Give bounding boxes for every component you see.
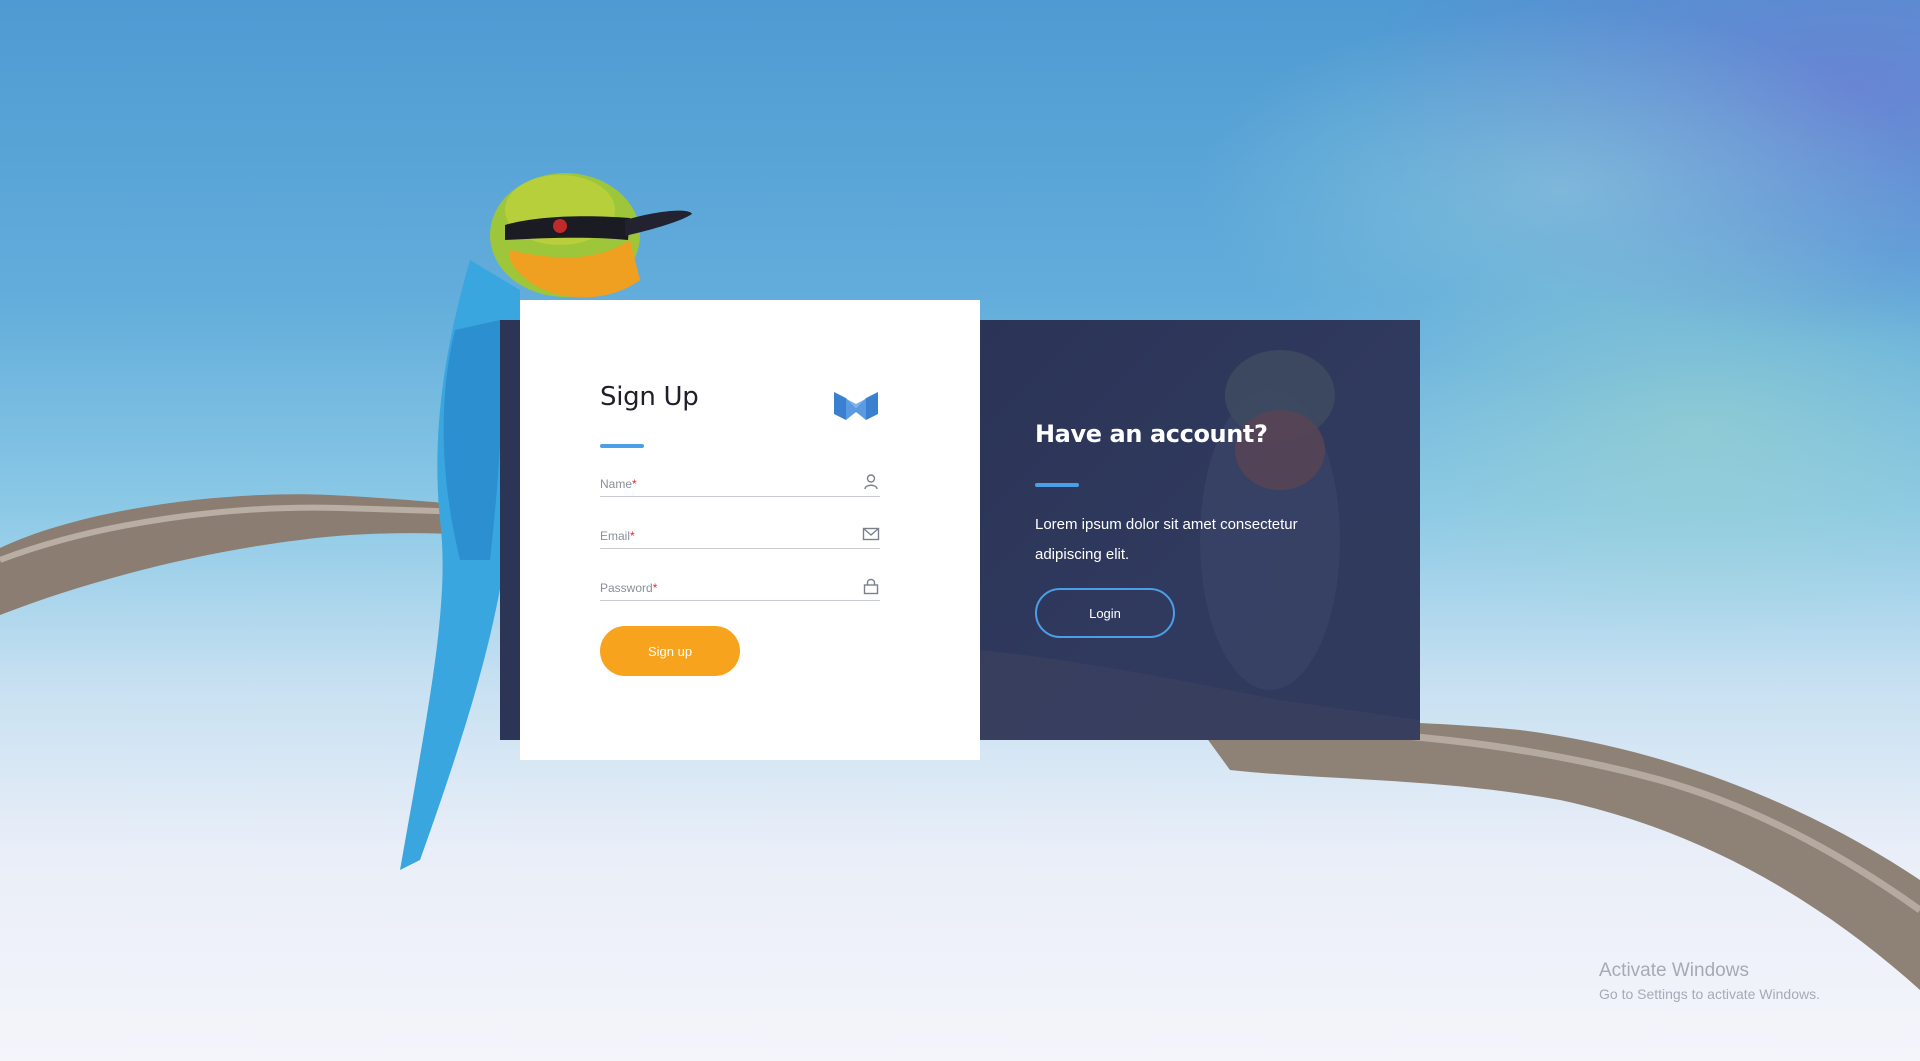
mail-icon <box>862 527 880 541</box>
lock-icon <box>863 578 879 595</box>
email-field[interactable]: Email* <box>600 520 880 549</box>
panel-description: Lorem ipsum dolor sit amet consectetur a… <box>1035 516 1298 563</box>
password-label: Password <box>600 581 653 595</box>
password-field[interactable]: Password* <box>600 572 880 601</box>
panel-heading: Have an account? <box>1035 420 1268 448</box>
email-label: Email <box>600 529 631 543</box>
name-field[interactable]: Name* <box>600 468 880 497</box>
activate-windows-watermark: Activate Windows Go to Settings to activ… <box>1599 960 1820 1002</box>
required-mark: * <box>630 529 635 543</box>
required-mark: * <box>632 477 637 491</box>
name-label: Name <box>600 477 633 491</box>
login-button[interactable]: Login <box>1035 588 1175 638</box>
user-icon <box>864 474 878 490</box>
signup-title: Sign Up <box>600 382 699 412</box>
activate-title: Activate Windows <box>1599 960 1749 981</box>
signup-card: Sign Up Name* Email* Password* Sign up <box>520 300 980 760</box>
title-underline <box>600 444 644 448</box>
account-panel: Have an account? Lorem ipsum dolor sit a… <box>980 320 1420 740</box>
brand-logo-icon <box>834 392 878 420</box>
required-mark: * <box>652 581 658 595</box>
signup-button[interactable]: Sign up <box>600 626 740 676</box>
activate-subtitle: Go to Settings to activate Windows. <box>1599 986 1820 1002</box>
heading-underline <box>1035 483 1079 487</box>
